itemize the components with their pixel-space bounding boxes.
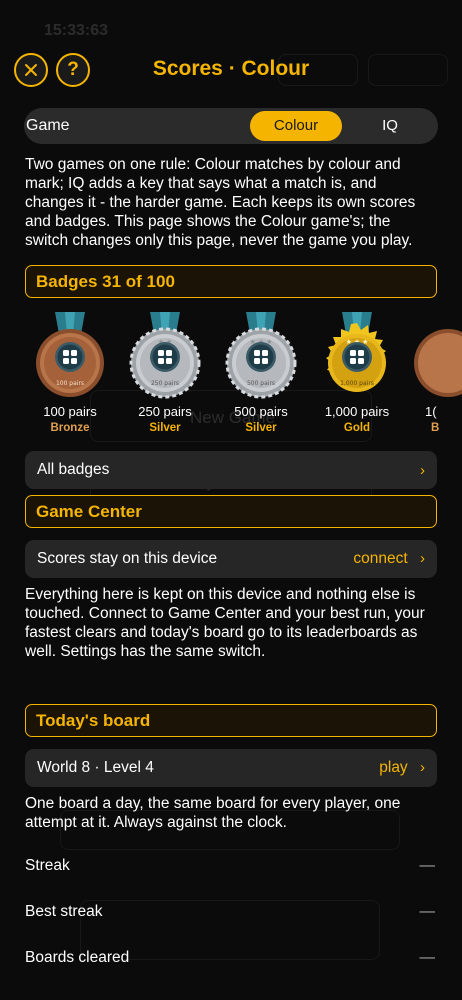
sheet-header: ? Scores · Colour — [0, 48, 462, 92]
badge-label: 250 pairs — [138, 404, 192, 419]
stat-value: — — [419, 903, 436, 920]
badge-tier: B — [431, 422, 440, 434]
stat-value: — — [419, 857, 436, 874]
game-switch-label: Game — [26, 117, 70, 134]
silver-medal-icon: ★ ★ ★ 500 pairs — [225, 312, 297, 399]
stat-streak: Streak — — [25, 857, 437, 875]
badge-tier: Silver — [149, 422, 181, 434]
game-switch: Game Colour IQ — [24, 108, 438, 144]
todays-board-row[interactable]: World 8 · Level 4 play › — [25, 749, 437, 787]
all-badges-label: All badges — [37, 461, 110, 478]
stat-boards-cleared: Boards cleared — — [25, 949, 437, 967]
bronze-medal-icon — [414, 329, 462, 397]
page-title: Scores · Colour — [152, 57, 310, 80]
intro-text: Two games on one rule: Colour matches by… — [25, 156, 416, 249]
badges-carousel[interactable]: 100 pairs 100 pairs Bronze ★ ★ 250 pairs… — [25, 310, 462, 442]
game-center-status: Scores stay on this device — [37, 550, 218, 567]
game-center-note: Everything here is kept on this device a… — [25, 586, 425, 660]
chevron-right-icon: › — [420, 550, 425, 567]
stat-value: — — [419, 949, 436, 966]
todays-board-note: One board a day, the same board for ever… — [25, 795, 401, 831]
stat-label: Boards cleared — [25, 949, 130, 966]
segment-colour[interactable]: Colour — [250, 111, 342, 141]
play-link[interactable]: play — [379, 759, 407, 776]
gold-medal-icon: ★ ★ ★ 1,000 pairs — [326, 312, 386, 392]
badges-heading: Badges 31 of 100 — [25, 265, 437, 298]
connect-link[interactable]: connect — [353, 550, 407, 567]
badge-500-pairs[interactable]: ★ ★ ★ 500 pairs 500 pairs Silver — [213, 310, 309, 434]
badge-250-pairs[interactable]: ★ ★ 250 pairs 250 pairs Silver — [117, 310, 213, 434]
badge-label: 500 pairs — [234, 404, 288, 419]
game-center-row[interactable]: Scores stay on this device connect › — [25, 540, 437, 578]
badge-tier: Silver — [245, 422, 277, 434]
all-badges-row[interactable]: All badges › — [25, 451, 437, 489]
badge-partial[interactable]: 1( B — [411, 310, 462, 434]
badge-100-pairs[interactable]: 100 pairs 100 pairs Bronze — [25, 310, 118, 434]
chevron-right-icon: › — [420, 759, 425, 776]
bronze-medal-icon: 100 pairs — [36, 312, 104, 397]
game-center-heading: Game Center — [25, 495, 437, 528]
silver-medal-icon: ★ ★ 250 pairs — [129, 312, 201, 399]
badge-tier: Gold — [343, 422, 371, 434]
badge-label: 1,000 pairs — [324, 404, 390, 419]
stat-label: Best streak — [25, 903, 103, 920]
badge-medal-text: 1,000 pairs — [340, 380, 374, 387]
chevron-right-icon: › — [420, 461, 425, 479]
badge-label: 1( — [425, 404, 437, 419]
stat-label: Streak — [25, 857, 70, 874]
badge-tier: Bronze — [50, 422, 90, 434]
badge-medal-text: 100 pairs — [56, 380, 84, 387]
badge-medal-text: 500 pairs — [247, 380, 275, 387]
todays-board-heading: Today's board — [25, 704, 437, 737]
badge-label: 100 pairs — [43, 404, 97, 419]
status-time: 15:33:63 — [44, 22, 109, 39]
todays-board-level: World 8 · Level 4 — [37, 759, 154, 776]
segment-iq[interactable]: IQ — [344, 111, 436, 141]
stat-best-streak: Best streak — — [25, 903, 437, 921]
badge-1000-pairs[interactable]: ★ ★ ★ 1,000 pairs 1,000 pairs Gold — [309, 310, 405, 434]
badge-medal-text: 250 pairs — [151, 380, 179, 387]
